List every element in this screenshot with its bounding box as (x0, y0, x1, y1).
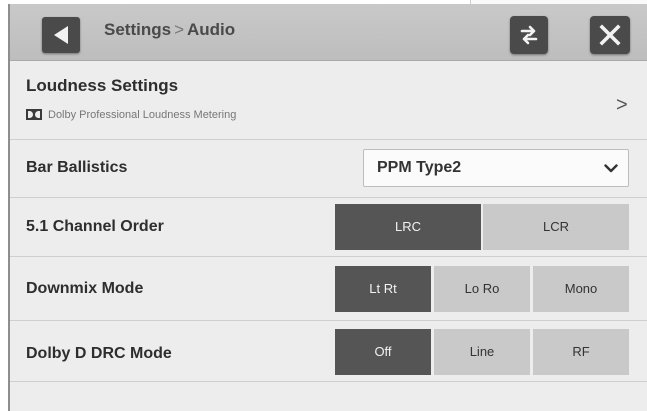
swap-button[interactable] (510, 16, 548, 54)
loudness-settings-title: Loudness Settings (26, 76, 179, 95)
breadcrumb-audio: Audio (187, 20, 236, 39)
title-bar: Settings > Audio (10, 4, 647, 61)
bar-ballistics-row: Bar Ballistics PPM Type2 (10, 140, 647, 198)
drc-line-button[interactable]: Line (434, 329, 530, 375)
loudness-settings-row[interactable]: Loudness Settings Dolby Professional Lou… (10, 61, 647, 140)
downmix-ltrt-button[interactable]: Lt Rt (335, 266, 431, 312)
dolby-subtitle: Dolby Professional Loudness Metering (26, 108, 237, 121)
back-arrow-icon (54, 26, 68, 44)
downmix-mono-button[interactable]: Mono (533, 266, 629, 312)
bar-ballistics-dropdown[interactable]: PPM Type2 (363, 149, 629, 187)
dolby-logo-icon (26, 108, 42, 120)
channel-order-row: 5.1 Channel Order LRC LCR (10, 198, 647, 257)
channel-order-lrc-button[interactable]: LRC (335, 204, 481, 250)
drc-mode-row: Dolby D DRC Mode Off Line RF (10, 321, 647, 382)
drc-mode-label: Dolby D DRC Mode (26, 345, 172, 362)
drc-off-button[interactable]: Off (335, 329, 431, 375)
chevron-right-icon: > (616, 94, 628, 116)
downmix-loro-button[interactable]: Lo Ro (434, 266, 530, 312)
swap-arrows-icon (520, 25, 538, 45)
bar-ballistics-label: Bar Ballistics (26, 159, 128, 176)
channel-order-lcr-button[interactable]: LCR (483, 204, 629, 250)
dolby-subtitle-text: Dolby Professional Loudness Metering (48, 109, 237, 121)
breadcrumb: Settings > Audio (104, 20, 235, 40)
close-x-icon (599, 24, 621, 46)
back-button[interactable] (42, 17, 80, 53)
breadcrumb-separator: > (174, 20, 184, 39)
drc-rf-button[interactable]: RF (533, 329, 629, 375)
downmix-mode-label: Downmix Mode (26, 280, 144, 297)
channel-order-label: 5.1 Channel Order (26, 218, 164, 235)
audio-settings-panel: Settings > Audio Loudness Settings Dolby P… (8, 4, 647, 411)
chevron-down-icon (604, 164, 618, 173)
breadcrumb-settings[interactable]: Settings (104, 20, 171, 39)
downmix-mode-row: Downmix Mode Lt Rt Lo Ro Mono (10, 257, 647, 321)
bar-ballistics-value: PPM Type2 (377, 159, 462, 176)
close-button[interactable] (590, 16, 630, 54)
